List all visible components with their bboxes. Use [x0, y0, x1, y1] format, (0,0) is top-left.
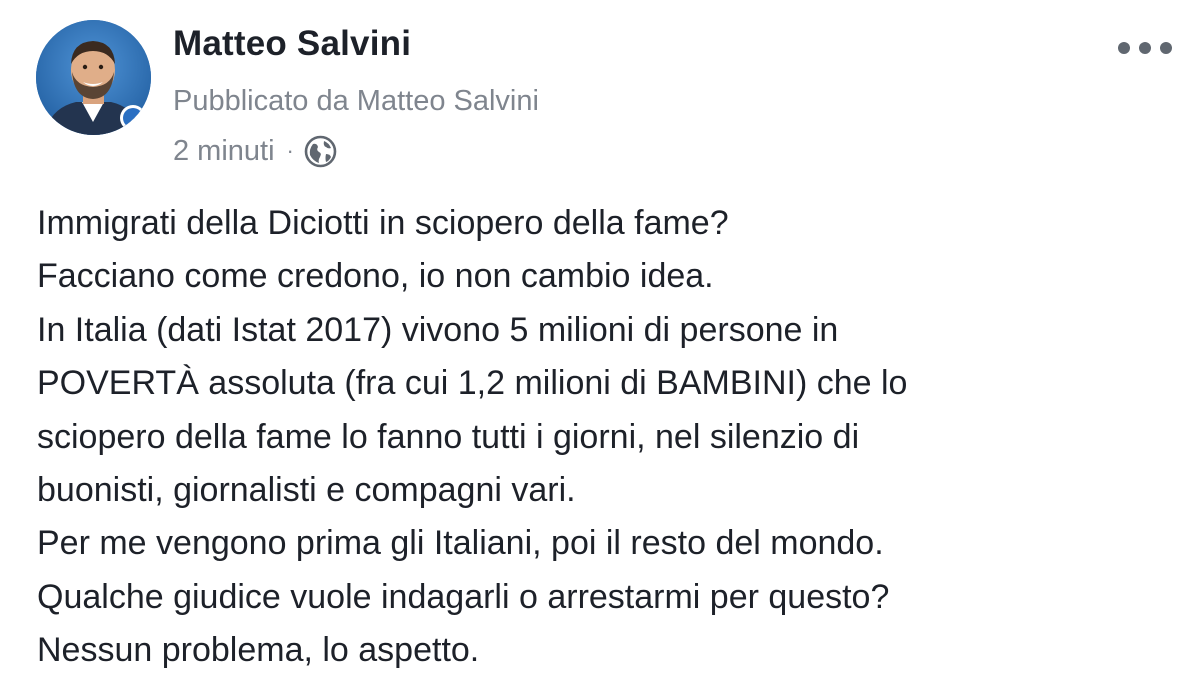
post-text: Immigrati della Diciotti in sciopero del… — [37, 197, 1177, 676]
author-name[interactable]: Matteo Salvini — [173, 24, 411, 64]
post-text-line: Qualche giudice vuole indagarli o arrest… — [37, 577, 890, 616]
post-text-line: POVERTÀ assoluta (fra cui 1,2 milioni di… — [37, 364, 908, 403]
post-text-line: Per me vengono prima gli Italiani, poi i… — [37, 524, 884, 563]
timestamp[interactable]: 2 minuti — [173, 135, 275, 168]
post-text-line: In Italia (dati Istat 2017) vivono 5 mil… — [37, 310, 839, 349]
separator-dot: · — [286, 138, 294, 163]
post-text-line: Nessun problema, lo aspetto. — [37, 631, 480, 670]
post-text-line: sciopero della fame lo fanno tutti i gio… — [37, 417, 860, 456]
post-text-line: Immigrati della Diciotti in sciopero del… — [37, 204, 729, 242]
more-options-icon[interactable] — [1118, 34, 1172, 62]
globe-icon[interactable] — [304, 135, 337, 168]
facebook-post: Matteo Salvini Pubblicato da Matteo Salv… — [0, 0, 1200, 676]
more-dot — [1160, 42, 1172, 54]
post-text-line: buonisti, giornalisti e compagni vari. — [37, 471, 576, 510]
more-dot — [1139, 42, 1151, 54]
profile-photo — [36, 20, 151, 135]
more-dot — [1118, 42, 1130, 54]
published-by-label: Pubblicato da Matteo Salvini — [173, 85, 539, 117]
post-meta: 2 minuti · — [173, 133, 337, 169]
avatar[interactable] — [36, 20, 151, 135]
post-text-line: Facciano come credono, io non cambio ide… — [37, 257, 714, 296]
